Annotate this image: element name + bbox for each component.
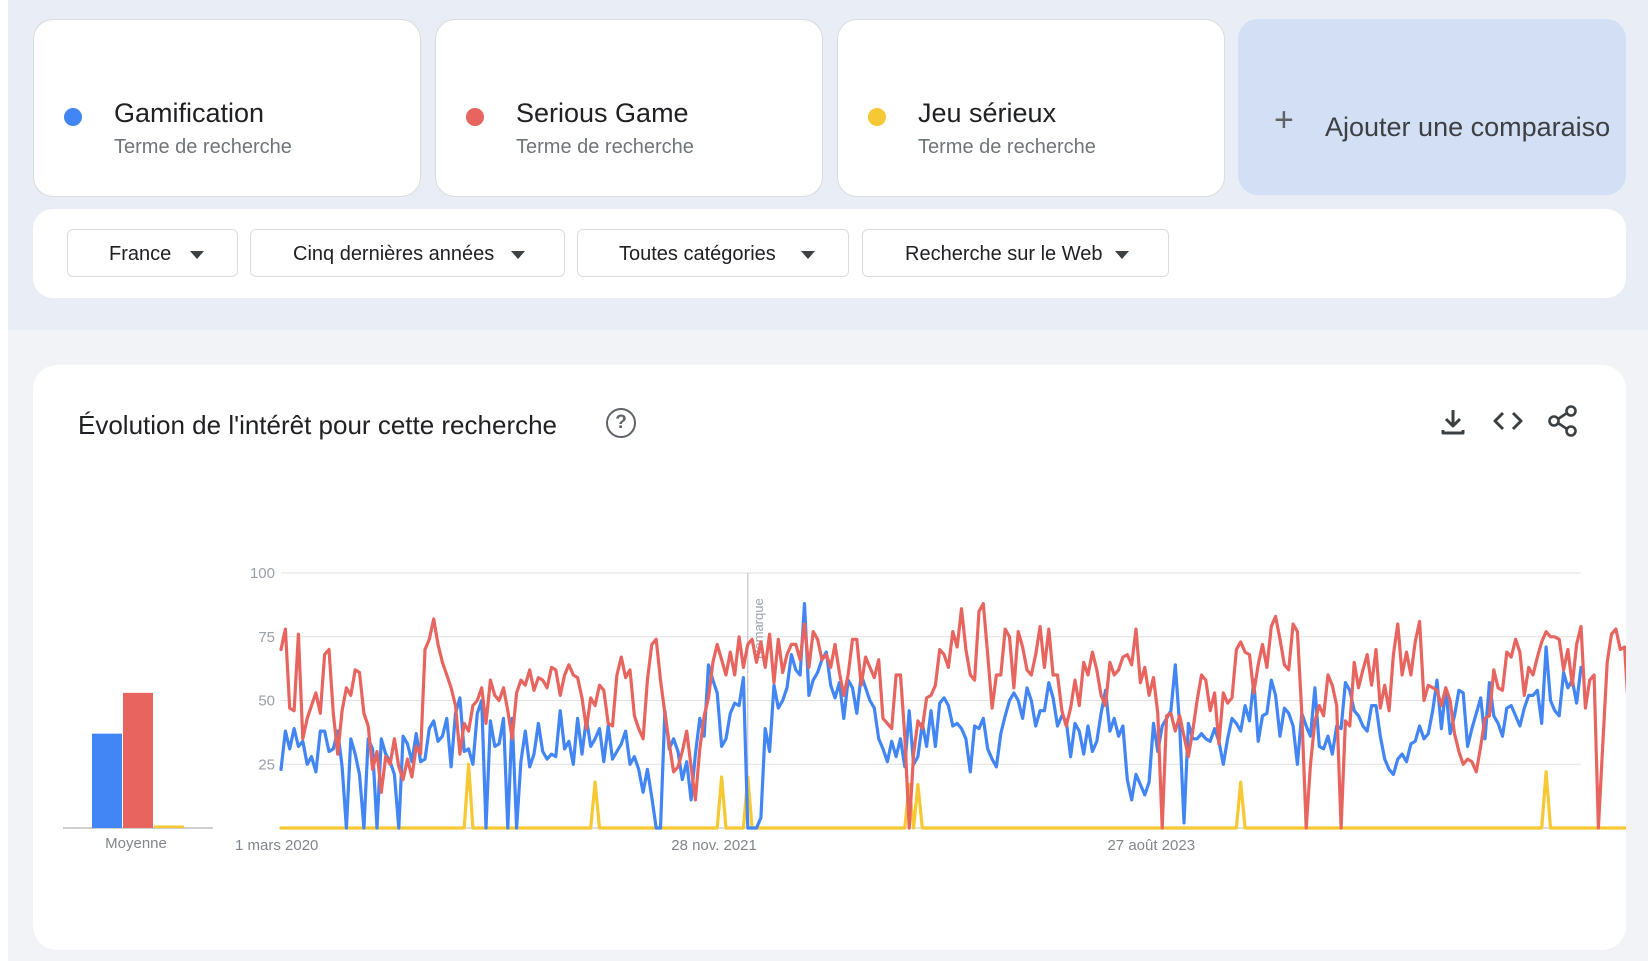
caret-down-icon <box>801 251 815 259</box>
y-tick-label: 100 <box>250 565 275 582</box>
term-color-dot <box>868 108 886 126</box>
interest-chart: 255075100Remarque1 mars 2020 28 nov. 2021… <box>63 565 1626 854</box>
interest-over-time-card: Évolution de l'intérêt pour cette recher… <box>33 365 1626 950</box>
average-bar <box>123 692 153 828</box>
filter-period[interactable]: Cinq dernières années <box>250 229 565 277</box>
term-card-serious-game[interactable]: Serious Game Terme de recherche <box>435 19 823 197</box>
filter-label: Recherche sur le Web <box>905 243 1103 265</box>
caret-down-icon <box>1115 251 1129 259</box>
y-tick-label: 50 <box>258 693 275 710</box>
average-bar <box>92 733 122 828</box>
add-comparison-button[interactable]: + Ajouter une comparaiso <box>1238 19 1626 195</box>
caret-down-icon <box>511 251 525 259</box>
filter-label: Toutes catégories <box>619 243 776 265</box>
plus-icon: + <box>1274 101 1294 139</box>
filter-label: France <box>109 243 172 265</box>
y-tick-label: 75 <box>258 629 275 646</box>
term-subtitle: Terme de recherche <box>516 136 694 158</box>
term-subtitle: Terme de recherche <box>918 136 1096 158</box>
caret-down-icon <box>190 251 204 259</box>
x-tick-label: 27 août 2023 <box>1107 837 1195 854</box>
filter-label: Cinq dernières années <box>293 243 495 265</box>
y-tick-label: 25 <box>258 756 275 773</box>
term-name: Serious Game <box>516 98 689 128</box>
average-bar <box>154 825 184 828</box>
term-subtitle: Terme de recherche <box>114 136 292 158</box>
averages-label: Moyenne <box>105 835 167 852</box>
term-color-dot <box>64 108 82 126</box>
filter-category[interactable]: Toutes catégories <box>577 229 849 277</box>
term-card-gamification[interactable]: Gamification Terme de recherche <box>33 19 421 197</box>
term-card-jeu-serieux[interactable]: Jeu sérieux Terme de recherche <box>837 19 1225 197</box>
x-tick-label: 28 nov. 2021 <box>671 837 757 854</box>
filter-bar: France Cinq dernières années Toutes caté… <box>33 209 1626 298</box>
filter-region[interactable]: France <box>67 229 238 277</box>
term-name: Jeu sérieux <box>918 98 1057 128</box>
x-tick-label: 1 mars 2020 <box>235 837 318 854</box>
add-comparison-label: Ajouter une comparaiso <box>1325 112 1611 142</box>
filter-search-type[interactable]: Recherche sur le Web <box>862 229 1169 277</box>
term-name: Gamification <box>114 98 265 128</box>
term-color-dot <box>466 108 484 126</box>
series-line-gamification <box>279 602 1583 830</box>
